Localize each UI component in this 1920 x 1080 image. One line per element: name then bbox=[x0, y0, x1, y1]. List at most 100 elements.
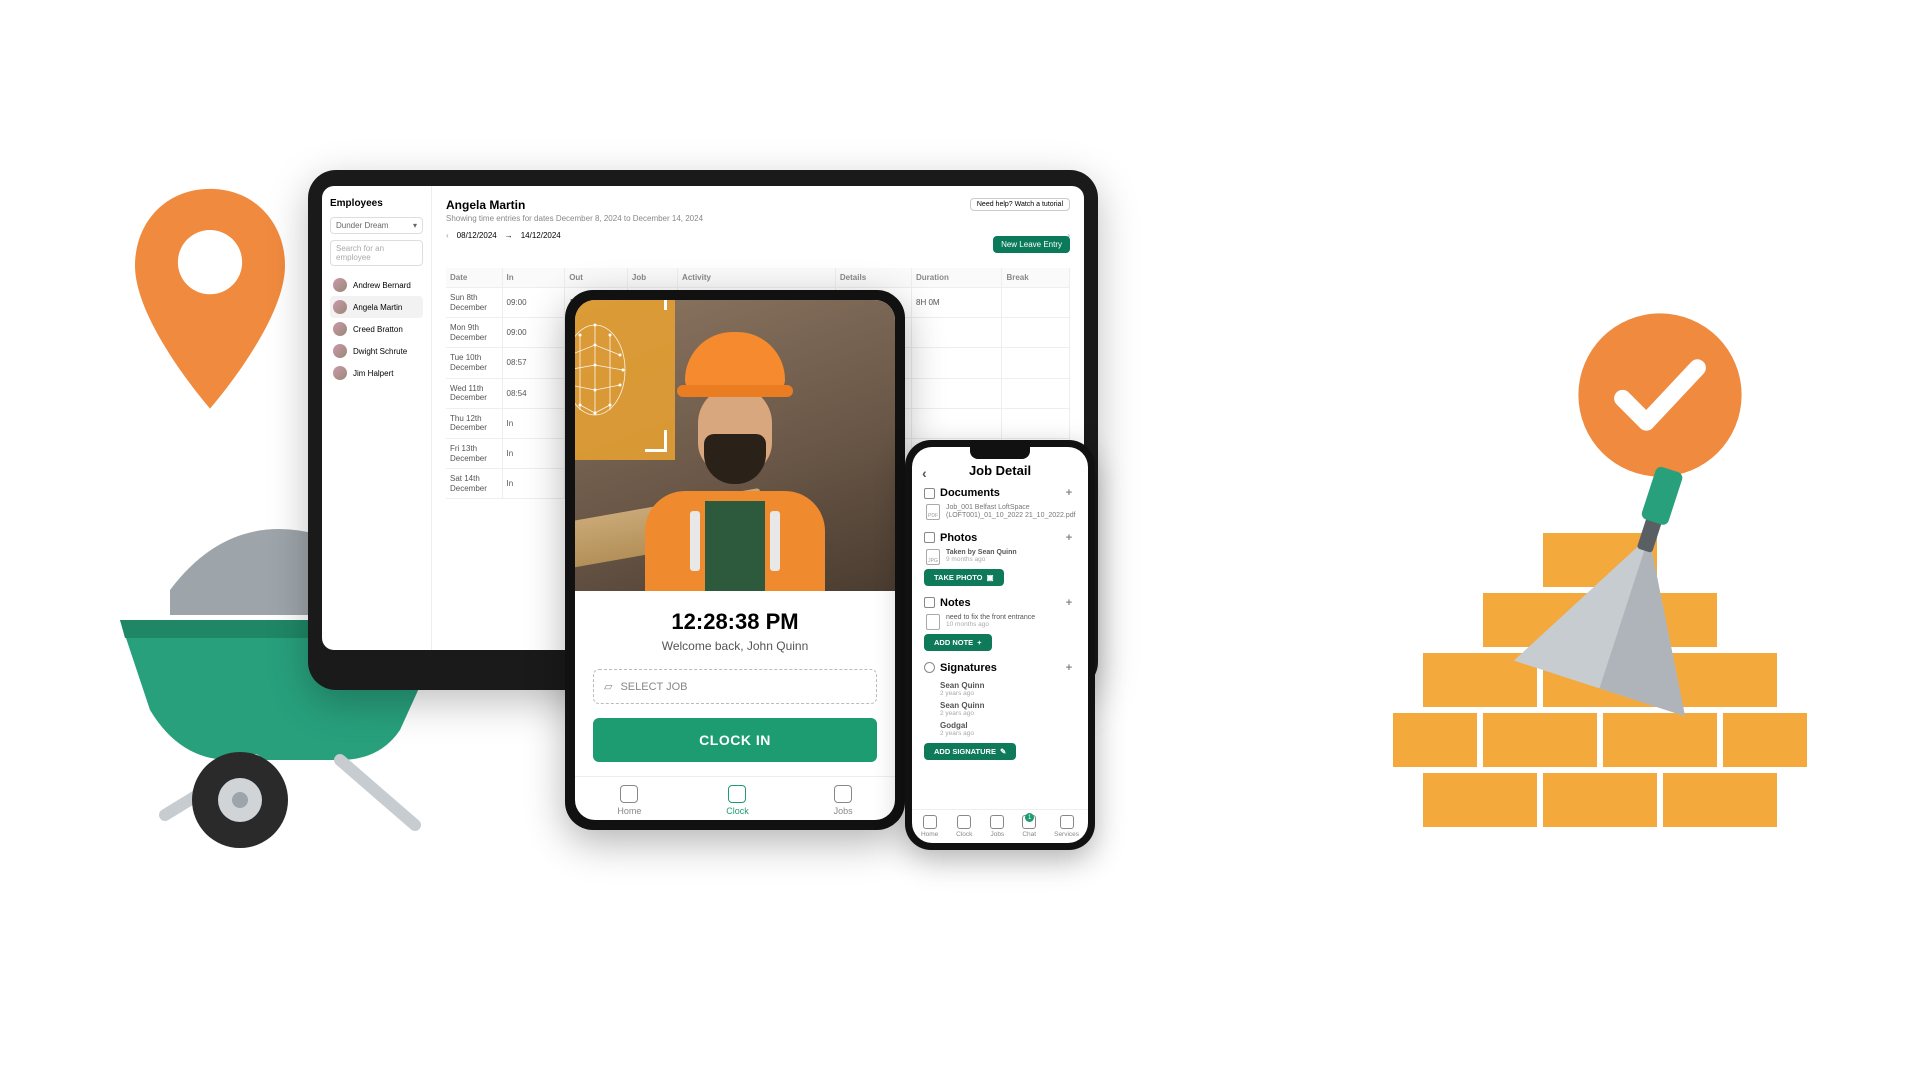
employee-item-name: Jim Halpert bbox=[353, 369, 393, 378]
signatures-section: Signatures + Sean Quinn2 years agoSean Q… bbox=[924, 661, 1076, 760]
phone-nav-home[interactable]: Home bbox=[921, 815, 938, 838]
note-row[interactable]: need to fix the front entrance 10 months… bbox=[924, 614, 1076, 630]
shirt bbox=[705, 501, 765, 591]
new-leave-button[interactable]: New Leave Entry bbox=[993, 236, 1070, 253]
take-photo-button[interactable]: TAKE PHOTO ▣ bbox=[924, 569, 1004, 586]
avatar bbox=[333, 322, 347, 336]
column-header: Duration bbox=[912, 268, 1002, 288]
face-mesh-icon bbox=[575, 315, 635, 425]
team-select[interactable]: Dunder Dream ▾ bbox=[330, 217, 423, 234]
select-job-button[interactable]: ▱ SELECT JOB bbox=[593, 669, 877, 704]
date-from[interactable]: 08/12/2024 bbox=[457, 231, 497, 240]
help-button[interactable]: Need help? Watch a tutorial bbox=[970, 198, 1070, 211]
clock-in-button[interactable]: CLOCK IN bbox=[593, 718, 877, 762]
camera-preview bbox=[575, 300, 895, 591]
note-item-icon bbox=[926, 614, 940, 630]
jobs-icon bbox=[834, 785, 852, 803]
notes-section: Notes + need to fix the front entrance 1… bbox=[924, 596, 1076, 651]
date-range: ‹ 08/12/2024 → 14/12/2024 › bbox=[446, 231, 1070, 240]
chevron-down-icon: ▾ bbox=[413, 221, 417, 230]
employee-list-item[interactable]: Jim Halpert bbox=[330, 362, 423, 384]
clock-time: 12:28:38 PM bbox=[593, 609, 877, 635]
column-header: Activity bbox=[678, 268, 836, 288]
nav-label: Clock bbox=[726, 806, 749, 816]
cell-in: 08:54 bbox=[502, 378, 565, 408]
add-signature-plus-button[interactable]: + bbox=[1062, 661, 1076, 675]
cell-duration: 8H 0M bbox=[912, 288, 1002, 318]
signature-row[interactable]: Godgal2 years ago bbox=[924, 719, 1076, 739]
photo-row[interactable]: JPG Taken by Sean Quinn 9 months ago bbox=[924, 549, 1076, 565]
tablet-screen: 12:28:38 PM Welcome back, John Quinn ▱ S… bbox=[575, 300, 895, 820]
phone-device: ‹ Job Detail Documents + PDF Job_001 Bel… bbox=[905, 440, 1095, 850]
hardhat-icon bbox=[685, 332, 785, 394]
date-to[interactable]: 14/12/2024 bbox=[521, 231, 561, 240]
column-header: In bbox=[502, 268, 565, 288]
scan-corner-icon bbox=[645, 300, 667, 310]
camera-small-icon: ▣ bbox=[986, 573, 993, 582]
phone-nav-jobs[interactable]: Jobs bbox=[990, 815, 1004, 838]
bricks-trowel-icon bbox=[1390, 440, 1830, 880]
tablet-nav-home[interactable]: Home bbox=[617, 785, 641, 816]
tablet-body: 12:28:38 PM Welcome back, John Quinn ▱ S… bbox=[575, 591, 895, 776]
add-document-button[interactable]: + bbox=[1062, 486, 1076, 500]
tablet-nav-clock[interactable]: Clock bbox=[726, 785, 749, 816]
avatar bbox=[333, 344, 347, 358]
tablet-nav-jobs[interactable]: Jobs bbox=[834, 785, 853, 816]
phone-nav-chat[interactable]: 1Chat bbox=[1022, 815, 1036, 838]
nav-label: Home bbox=[617, 806, 641, 816]
search-input[interactable]: Search for an employee bbox=[330, 240, 423, 266]
phone-body: Documents + PDF Job_001 Belfast LoftSpac… bbox=[912, 486, 1088, 809]
cell-break bbox=[1002, 408, 1070, 438]
cell-date: Fri 13thDecember bbox=[446, 438, 502, 468]
note-icon bbox=[924, 597, 935, 608]
document-icon bbox=[924, 488, 935, 499]
prev-week-button[interactable]: ‹ bbox=[446, 231, 449, 240]
clock-icon bbox=[957, 815, 971, 829]
employee-list-item[interactable]: Angela Martin bbox=[330, 296, 423, 318]
page-title: Job Detail bbox=[969, 463, 1031, 478]
avatar bbox=[333, 300, 347, 314]
phone-screen: ‹ Job Detail Documents + PDF Job_001 Bel… bbox=[912, 447, 1088, 843]
add-signature-button[interactable]: ADD SIGNATURE ✎ bbox=[924, 743, 1016, 760]
photos-section: Photos + JPG Taken by Sean Quinn 9 month… bbox=[924, 531, 1076, 586]
home-icon bbox=[620, 785, 638, 803]
back-button[interactable]: ‹ bbox=[922, 465, 927, 481]
signature-row[interactable]: Sean Quinn2 years ago bbox=[924, 699, 1076, 719]
avatar bbox=[333, 366, 347, 380]
nav-label: Jobs bbox=[834, 806, 853, 816]
employee-name: Angela Martin bbox=[446, 198, 703, 212]
plus-small-icon: + bbox=[977, 638, 981, 647]
briefcase-icon: ▱ bbox=[604, 680, 612, 693]
cell-date: Wed 11thDecember bbox=[446, 378, 502, 408]
nav-label: Chat bbox=[1022, 831, 1036, 838]
column-header: Break bbox=[1002, 268, 1070, 288]
jpg-icon: JPG bbox=[926, 549, 940, 565]
add-note-button[interactable]: ADD NOTE + bbox=[924, 634, 992, 651]
employee-item-name: Angela Martin bbox=[353, 303, 402, 312]
phone-notch bbox=[970, 447, 1030, 459]
employee-list-item[interactable]: Creed Bratton bbox=[330, 318, 423, 340]
phone-nav-clock[interactable]: Clock bbox=[956, 815, 972, 838]
cell-duration bbox=[912, 348, 1002, 378]
employee-list-item[interactable]: Andrew Bernard bbox=[330, 274, 423, 296]
signature-icon bbox=[924, 662, 935, 673]
document-row[interactable]: PDF Job_001 Belfast LoftSpace (LOFT001)_… bbox=[924, 504, 1076, 521]
sidebar-title: Employees bbox=[330, 198, 423, 209]
nav-label: Services bbox=[1054, 831, 1079, 838]
cell-date: Sun 8thDecember bbox=[446, 288, 502, 318]
add-photo-button[interactable]: + bbox=[1062, 531, 1076, 545]
notes-label: Notes bbox=[940, 597, 971, 609]
face-scan-overlay bbox=[575, 300, 675, 460]
signature-name: Sean Quinn bbox=[940, 701, 1076, 710]
phone-nav-services[interactable]: Services bbox=[1054, 815, 1079, 838]
subtitle: Showing time entries for dates December … bbox=[446, 214, 703, 223]
signature-row[interactable]: Sean Quinn2 years ago bbox=[924, 679, 1076, 699]
avatar bbox=[333, 278, 347, 292]
note-timestamp: 10 months ago bbox=[946, 621, 1035, 628]
home-icon bbox=[923, 815, 937, 829]
signature-name: Godgal bbox=[940, 721, 1076, 730]
add-note-plus-button[interactable]: + bbox=[1062, 596, 1076, 610]
employee-list-item[interactable]: Dwight Schrute bbox=[330, 340, 423, 362]
nav-label: Jobs bbox=[990, 831, 1004, 838]
phone-nav: Home Clock Jobs 1Chat Services bbox=[912, 809, 1088, 843]
